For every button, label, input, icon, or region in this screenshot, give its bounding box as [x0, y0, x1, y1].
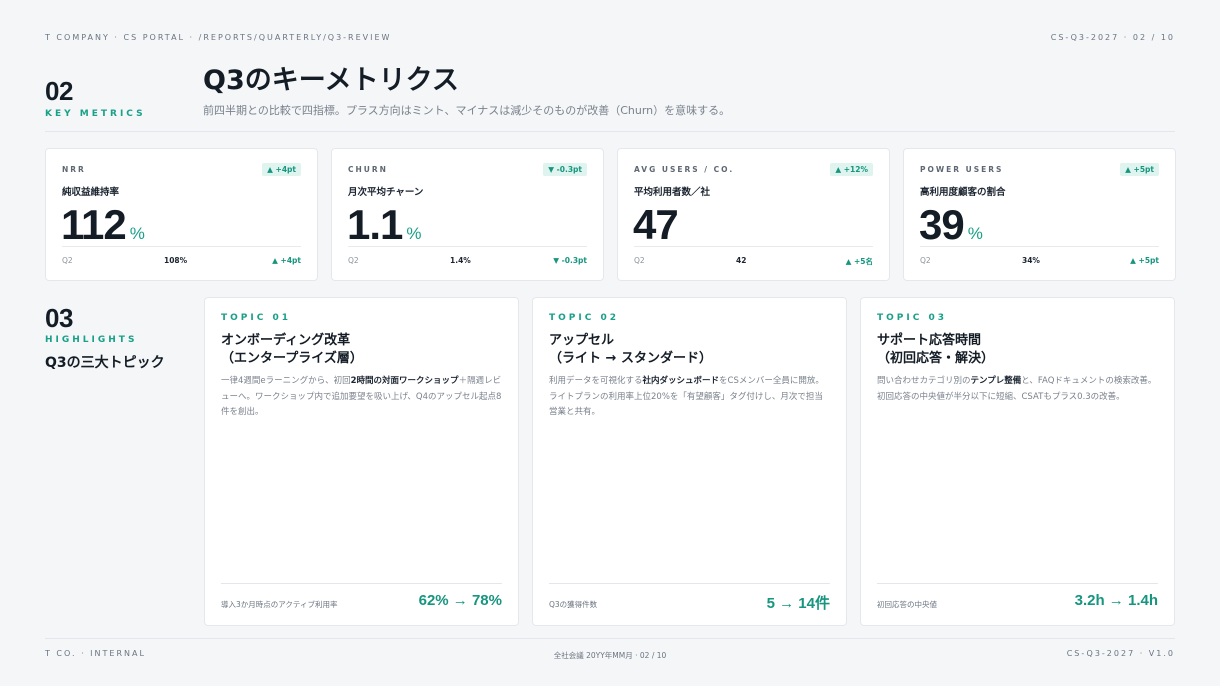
- divider: [877, 583, 1158, 584]
- section-number-highlights: 03: [45, 303, 73, 333]
- metric-number: 39: [919, 201, 965, 248]
- topic-title-line: サポート応答時間: [877, 333, 982, 348]
- metric-prev-label: Q2: [920, 256, 931, 265]
- metric-number: 1.1: [347, 201, 403, 248]
- topic-card-upsell: TOPIC 02 アップセル （ライト → スタンダード） 利用データを可視化す…: [532, 297, 847, 626]
- page-subtitle: 前四半期との比較で四指標。プラス方向はミント、マイナスは減少そのものが改善（Ch…: [203, 104, 731, 117]
- topic-footer-value: 3.2h → 1.4h: [1074, 592, 1158, 609]
- metric-delta: ▲ +5名: [845, 257, 873, 266]
- topic-footer-value: 62% → 78%: [418, 592, 502, 609]
- metric-card-nrr: NRR ▲ +4pt 純収益維持率 112% Q2 108% ▲ +4pt: [45, 148, 318, 281]
- metric-name: 平均利用者数／社: [634, 187, 711, 198]
- metric-value: 47: [633, 201, 682, 249]
- topic-body-emphasis: テンプレ整備: [970, 376, 1022, 386]
- metric-prev-value: 108%: [164, 256, 188, 265]
- metric-value: 1.1%: [347, 201, 422, 249]
- metric-code: CHURN: [348, 165, 388, 174]
- topic-footer-label: Q3の獲得件数: [549, 600, 598, 609]
- topic-body-emphasis: 2時間の対面ワークショップ: [350, 376, 459, 386]
- topic-card-support: TOPIC 03 サポート応答時間 （初回応答・解決） 問い合わせカテゴリ別のテ…: [860, 297, 1175, 626]
- metric-prev-label: Q2: [634, 256, 645, 265]
- topic-title-line: オンボーディング改革: [221, 333, 351, 348]
- section-label-metrics: KEY METRICS: [45, 109, 146, 119]
- metric-badge: ▲ +12%: [830, 163, 873, 176]
- metric-unit: %: [129, 224, 145, 243]
- metric-delta: ▼ -0.3pt: [553, 256, 587, 265]
- topic-title: サポート応答時間 （初回応答・解決）: [877, 332, 1158, 368]
- metric-delta: ▲ +5pt: [1130, 256, 1159, 265]
- topic-body-text: 問い合わせカテゴリ別の: [877, 376, 971, 386]
- divider: [45, 131, 1175, 132]
- metric-badge: ▲ +4pt: [262, 163, 301, 176]
- metric-unit: %: [967, 224, 983, 243]
- metric-code: POWER USERS: [920, 165, 1004, 174]
- topic-title-line: （ライト → スタンダード）: [549, 351, 712, 366]
- page-reference: CS-Q3-2027 · 02 / 10: [1050, 33, 1175, 42]
- section-label-highlights: HIGHLIGHTS: [45, 335, 138, 345]
- topic-footer-value: 5 → 14件: [766, 595, 830, 612]
- topic-body-text: 利用データを可視化する: [549, 376, 643, 386]
- highlights-title: Q3の三大トピック: [45, 355, 165, 371]
- metric-prev-label: Q2: [62, 256, 73, 265]
- topic-title-line: アップセル: [549, 333, 615, 348]
- topic-code: TOPIC 03: [877, 313, 947, 323]
- topic-card-onboarding: TOPIC 01 オンボーディング改革 （エンタープライズ層） 一律4週間eラー…: [204, 297, 519, 626]
- topic-code: TOPIC 01: [221, 313, 291, 323]
- topic-body: 一律4週間eラーニングから、初回2時間の対面ワークショップ＋隔週レビューへ。ワー…: [221, 374, 502, 421]
- metric-code: AVG USERS / CO.: [634, 165, 735, 174]
- divider: [45, 638, 1175, 639]
- metric-delta: ▲ +4pt: [272, 256, 301, 265]
- topic-footer-label: 導入3か月時点のアクティブ利用率: [221, 600, 338, 609]
- metric-badge: ▲ +5pt: [1120, 163, 1159, 176]
- topic-title-line: （エンタープライズ層）: [221, 351, 363, 366]
- topic-title: オンボーディング改革 （エンタープライズ層）: [221, 332, 502, 368]
- metric-prev-label: Q2: [348, 256, 359, 265]
- metric-badge: ▼ -0.3pt: [543, 163, 587, 176]
- metric-number: 47: [633, 201, 679, 248]
- metric-name: 月次平均チャーン: [348, 187, 424, 198]
- topic-title: アップセル （ライト → スタンダード）: [549, 332, 830, 368]
- divider: [920, 246, 1159, 247]
- metric-card-avg-users: AVG USERS / CO. ▲ +12% 平均利用者数／社 47 Q2 42…: [617, 148, 890, 281]
- divider: [62, 246, 301, 247]
- footer-right: CS-Q3-2027 · V1.0: [1066, 649, 1175, 658]
- metric-code: NRR: [62, 165, 86, 174]
- divider: [549, 583, 830, 584]
- metric-unit: %: [406, 224, 422, 243]
- topic-body-text: 一律4週間eラーニングから、初回: [221, 376, 351, 386]
- metric-prev-value: 42: [736, 256, 747, 265]
- metric-name: 純収益維持率: [62, 187, 120, 198]
- topic-body: 利用データを可視化する社内ダッシュボードをCSメンバー全員に開放。ライトプランの…: [549, 374, 830, 421]
- metric-number: 112: [61, 201, 127, 248]
- section-number-metrics: 02: [45, 76, 73, 106]
- footer-center: 全社会議 20YY年MM月 · 02 / 10: [553, 651, 667, 660]
- topic-body-emphasis: 社内ダッシュボード: [642, 376, 720, 386]
- metric-prev-value: 1.4%: [450, 256, 471, 265]
- divider: [634, 246, 873, 247]
- divider: [348, 246, 587, 247]
- topic-footer-label: 初回応答の中央値: [877, 600, 937, 609]
- topic-body: 問い合わせカテゴリ別のテンプレ整備と、FAQドキュメントの検索改善。初回応答の中…: [877, 374, 1158, 405]
- metric-prev-value: 34%: [1022, 256, 1040, 265]
- topic-code: TOPIC 02: [549, 313, 619, 323]
- metric-card-churn: CHURN ▼ -0.3pt 月次平均チャーン 1.1% Q2 1.4% ▼ -…: [331, 148, 604, 281]
- metric-value: 39%: [919, 201, 983, 249]
- page-title: Q3のキーメトリクス: [203, 65, 459, 96]
- breadcrumb: T COMPANY · CS PORTAL · /REPORTS/QUARTER…: [45, 33, 392, 42]
- metric-name: 高利用度顧客の割合: [920, 187, 1006, 198]
- topic-title-line: （初回応答・解決）: [877, 351, 995, 366]
- metric-card-power-users: POWER USERS ▲ +5pt 高利用度顧客の割合 39% Q2 34% …: [903, 148, 1176, 281]
- divider: [221, 583, 502, 584]
- metric-value: 112%: [61, 201, 145, 249]
